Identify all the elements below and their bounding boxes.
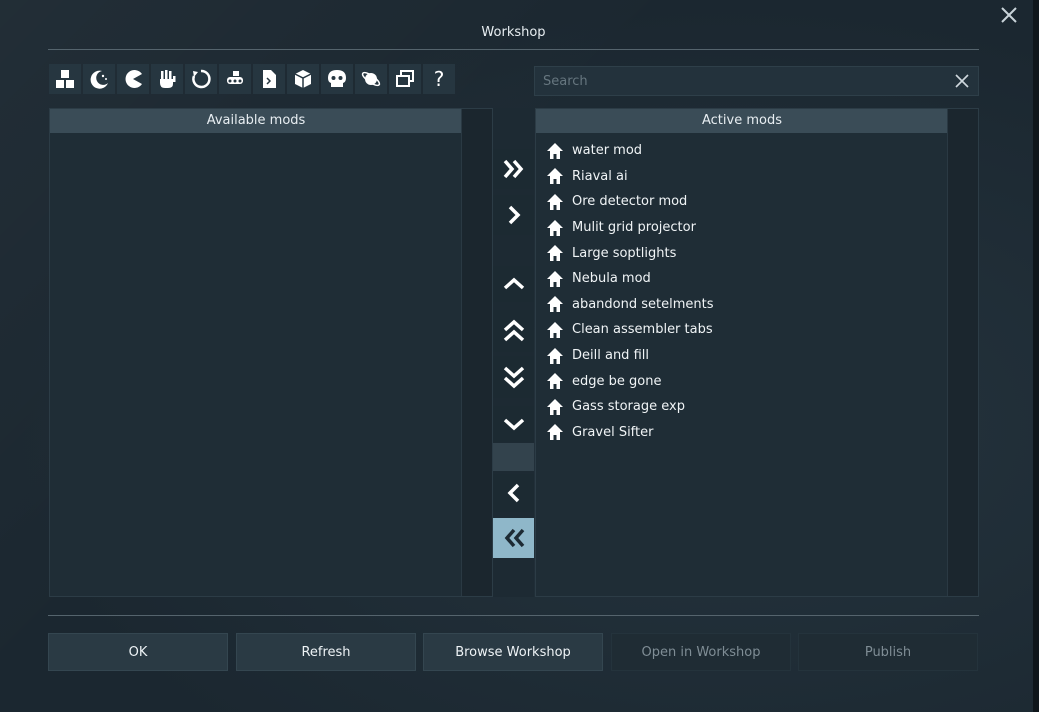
available-mods-panel: Available mods [49,108,493,597]
spacer-button [493,443,534,471]
search-input[interactable] [535,67,935,95]
list-item[interactable]: water mod [546,138,714,164]
move-up-button[interactable] [493,266,534,302]
chevron-down-icon [503,418,524,431]
ok-button[interactable]: OK [48,633,228,671]
chevron-left-icon [507,483,519,503]
add-button[interactable] [493,195,534,235]
pacman-icon[interactable] [117,64,149,94]
mod-name: Gass storage exp [572,399,685,415]
list-item[interactable]: Ore detector mod [546,189,714,215]
move-bottom-button[interactable] [493,356,534,398]
window-edge [1033,0,1039,712]
mod-name: Mulit grid projector [572,220,696,236]
home-icon [547,168,563,185]
mod-name: Large soptlights [572,245,677,261]
available-mods-scrollbar[interactable] [461,109,492,596]
mod-name: Gravel Sifter [572,424,654,440]
home-icon [547,347,563,364]
mod-name: Ore detector mod [572,194,688,210]
home-icon [547,142,563,159]
active-mods-scrollbar[interactable] [947,109,978,596]
browse-workshop-button[interactable]: Browse Workshop [423,633,603,671]
list-item[interactable]: Gravel Sifter [546,420,714,446]
home-icon [547,193,563,210]
active-mods-list: water mod Riaval ai Ore detector mod Mulit … [546,138,714,445]
list-item[interactable]: Gass storage exp [546,394,714,420]
mod-name: Deill and fill [572,348,649,364]
home-icon [547,296,563,313]
list-item[interactable]: Clean assembler tabs [546,317,714,343]
double-chevron-left-icon [504,528,524,548]
script-file-icon[interactable] [253,64,285,94]
list-item[interactable]: Nebula mod [546,266,714,292]
open-in-workshop-button[interactable]: Open in Workshop [611,633,791,671]
conveyor-icon[interactable] [219,64,251,94]
moon-icon[interactable] [83,64,115,94]
footer-divider [48,615,979,616]
hand-icon[interactable] [151,64,183,94]
list-item[interactable]: Deill and fill [546,343,714,369]
mod-name: Clean assembler tabs [572,322,713,338]
move-down-button[interactable] [493,406,534,442]
list-item[interactable]: Mulit grid projector [546,215,714,241]
help-icon[interactable]: ? [423,64,455,94]
mod-name: edge be gone [572,373,662,389]
window-title: Workshop [481,25,546,40]
mod-name: water mod [572,143,643,159]
remove-all-button[interactable] [493,518,534,558]
clear-search-icon[interactable] [954,73,970,89]
chevron-right-icon [508,205,520,225]
home-icon [547,270,563,287]
publish-button[interactable]: Publish [798,633,978,671]
mod-name: Riaval ai [572,168,628,184]
skull-icon[interactable] [321,64,353,94]
mod-name: abandond setelments [572,296,714,312]
move-top-button[interactable] [493,310,534,352]
mod-name: Nebula mod [572,271,651,287]
list-item[interactable]: abandond setelments [546,292,714,318]
home-icon [547,219,563,236]
home-icon [547,373,563,390]
refresh-icon[interactable] [185,64,217,94]
chevron-up-icon [503,277,524,290]
list-item[interactable]: Riaval ai [546,164,714,190]
double-chevron-down-icon [503,366,524,389]
home-icon [547,398,563,415]
add-all-button[interactable] [493,149,534,189]
title-divider [48,49,979,50]
double-chevron-right-icon [503,159,523,179]
close-icon[interactable] [998,4,1020,26]
cube-icon[interactable] [287,64,319,94]
search-box [534,66,979,96]
remove-button[interactable] [493,474,534,512]
windows-icon[interactable] [389,64,421,94]
home-icon [547,424,563,441]
blocks-icon[interactable] [49,64,81,94]
double-chevron-up-icon [503,319,524,342]
home-icon [547,245,563,262]
active-mods-header: Active mods [536,109,948,133]
list-item[interactable]: edge be gone [546,368,714,394]
planet-icon[interactable] [355,64,387,94]
list-item[interactable]: Large soptlights [546,240,714,266]
home-icon [547,321,563,338]
refresh-button[interactable]: Refresh [236,633,416,671]
category-toolbar: ? [49,64,455,94]
available-mods-header: Available mods [50,109,462,133]
